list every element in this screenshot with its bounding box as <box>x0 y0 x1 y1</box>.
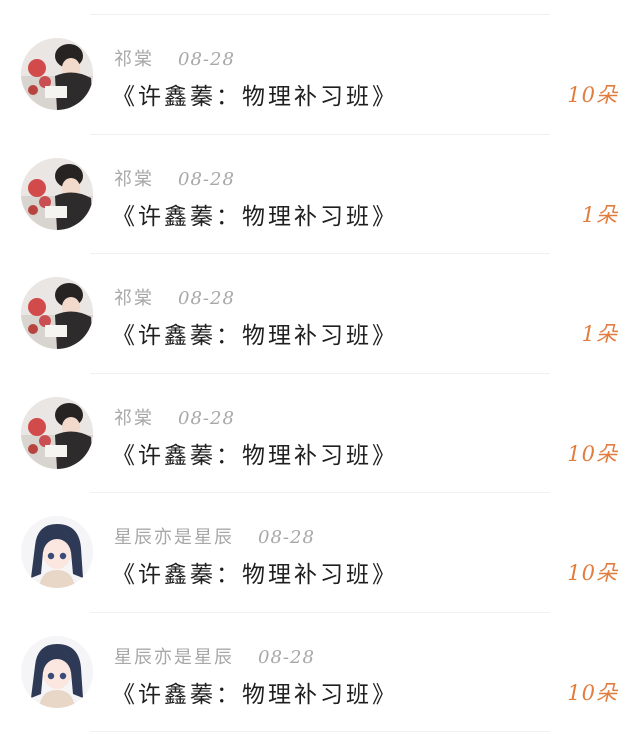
gift-date: 08-28 <box>178 288 235 309</box>
avatar[interactable] <box>21 277 93 349</box>
gift-list-item[interactable]: 祁棠 08-28 《许鑫蓁：物理补习班》 1朵 <box>0 135 640 254</box>
flower-count: 10朵 <box>567 83 618 107</box>
gift-list: 祁棠 08-28 《许鑫蓁：物理补习班》 10朵 祁棠 08-28 《许鑫蓁：物理补… <box>0 15 640 732</box>
gift-list-item[interactable]: 星辰亦是星辰 08-28 《许鑫蓁：物理补习班》 10朵 <box>0 493 640 613</box>
gift-list-item[interactable]: 祁棠 08-28 《许鑫蓁：物理补习班》 10朵 <box>0 374 640 493</box>
gift-list-item[interactable]: 祁棠 08-28 《许鑫蓁：物理补习班》 1朵 <box>0 254 640 374</box>
gift-list-item[interactable]: 祁棠 08-28 《许鑫蓁：物理补习班》 10朵 <box>0 15 640 135</box>
book-title[interactable]: 《许鑫蓁：物理补习班》 <box>112 197 398 231</box>
gift-date: 08-28 <box>178 49 235 70</box>
photo-avatar-image <box>21 157 93 230</box>
flower-count: 10朵 <box>567 441 618 466</box>
flower-count: 10朵 <box>567 680 618 705</box>
flower-count: 1朵 <box>581 322 618 346</box>
book-title[interactable]: 《许鑫蓁：物理补习班》 <box>112 77 398 111</box>
sender-name[interactable]: 星辰亦是星辰 <box>114 647 234 668</box>
sender-name[interactable]: 祁棠 <box>114 288 154 309</box>
avatar[interactable] <box>21 516 93 588</box>
book-title[interactable]: 《许鑫蓁：物理补习班》 <box>112 436 398 470</box>
anime-avatar-image <box>21 516 93 588</box>
row-divider <box>90 731 550 732</box>
gift-list-item[interactable]: 星辰亦是星辰 08-28 《许鑫蓁：物理补习班》 10朵 <box>0 613 640 732</box>
book-title[interactable]: 《许鑫蓁：物理补习班》 <box>112 555 398 589</box>
gift-meta: 星辰亦是星辰 08-28 <box>114 523 315 549</box>
photo-avatar-image <box>21 38 93 110</box>
sender-name[interactable]: 星辰亦是星辰 <box>114 527 234 548</box>
avatar[interactable] <box>21 157 93 230</box>
gift-meta: 祁棠 08-28 <box>114 284 235 310</box>
book-title[interactable]: 《许鑫蓁：物理补习班》 <box>112 675 398 709</box>
gift-meta: 祁棠 08-28 <box>114 165 235 191</box>
avatar[interactable] <box>21 635 93 708</box>
book-title[interactable]: 《许鑫蓁：物理补习班》 <box>112 316 398 350</box>
sender-name[interactable]: 祁棠 <box>114 169 154 190</box>
sender-name[interactable]: 祁棠 <box>114 408 154 429</box>
flower-count: 10朵 <box>567 561 618 585</box>
anime-avatar-image <box>21 635 93 708</box>
gift-meta: 祁棠 08-28 <box>114 45 235 71</box>
gift-date: 08-28 <box>258 527 315 548</box>
photo-avatar-image <box>21 277 93 349</box>
gift-meta: 祁棠 08-28 <box>114 404 235 430</box>
flower-count: 1朵 <box>581 202 618 227</box>
sender-name[interactable]: 祁棠 <box>114 49 154 70</box>
avatar[interactable] <box>21 38 93 110</box>
gift-date: 08-28 <box>258 646 315 668</box>
gift-date: 08-28 <box>178 407 235 429</box>
gift-meta: 星辰亦是星辰 08-28 <box>114 643 315 669</box>
avatar[interactable] <box>21 396 93 469</box>
photo-avatar-image <box>21 396 93 469</box>
gift-date: 08-28 <box>178 168 235 190</box>
